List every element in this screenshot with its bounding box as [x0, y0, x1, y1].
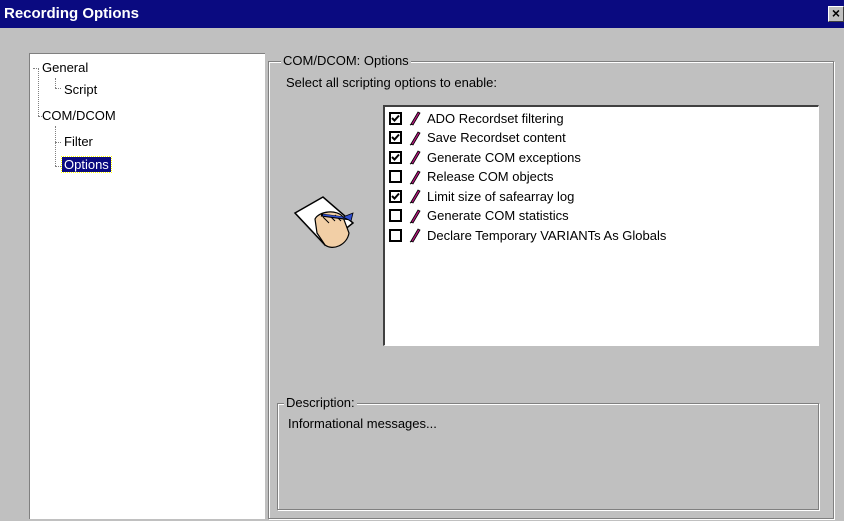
option-label: Limit size of safearray log: [427, 188, 575, 204]
option-row[interactable]: Limit size of safearray log: [389, 187, 574, 205]
option-label: ADO Recordset filtering: [427, 110, 564, 126]
option-checkbox[interactable]: [389, 189, 402, 203]
close-icon: ×: [831, 5, 841, 21]
description-text: Informational messages...: [288, 416, 437, 431]
option-row[interactable]: ADO Recordset filtering: [389, 109, 564, 127]
option-checkbox[interactable]: [389, 111, 402, 125]
pencil-icon: [408, 227, 422, 243]
option-row[interactable]: Generate COM exceptions: [389, 148, 581, 166]
tree-line: [38, 68, 39, 116]
tree-item-script[interactable]: Script: [64, 82, 97, 97]
description-title: Description:: [284, 395, 357, 410]
tree-line: [55, 126, 56, 166]
checkmark-icon: [391, 153, 400, 161]
option-checkbox[interactable]: [389, 131, 402, 144]
tree-line: [55, 78, 56, 88]
options-group-title: COM/DCOM: Options: [281, 53, 411, 68]
tree-item-general[interactable]: General: [42, 60, 88, 75]
option-label: Generate COM exceptions: [427, 149, 581, 165]
pencil-icon: [408, 110, 422, 126]
option-label: Declare Temporary VARIANTs As Globals: [427, 227, 667, 243]
option-label: Generate COM statistics: [427, 208, 569, 223]
instruction-text: Select all scripting options to enable:: [286, 75, 498, 90]
option-row[interactable]: Release COM objects: [389, 168, 553, 186]
scripting-options-list[interactable]: ADO Recordset filtering Save Recordset co…: [383, 105, 819, 346]
option-label: Release COM objects: [427, 169, 554, 184]
checkmark-icon: [391, 114, 400, 122]
tree-line: [55, 166, 61, 167]
recording-options-dialog: Recording Options × General Script COM/D…: [0, 0, 844, 521]
checkmark-icon: [391, 133, 400, 141]
checkmark-icon: [391, 192, 400, 200]
tree-line: [55, 88, 61, 89]
option-row[interactable]: Save Recordset content: [389, 129, 566, 147]
option-checkbox[interactable]: [389, 209, 402, 222]
option-checkbox[interactable]: [389, 150, 402, 164]
category-tree[interactable]: General Script COM/DCOM Filter Options: [29, 53, 265, 519]
pencil-icon: [408, 169, 422, 185]
window-title: Recording Options: [4, 5, 139, 22]
pencil-icon: [408, 188, 422, 204]
option-row[interactable]: Generate COM statistics: [389, 207, 569, 225]
option-label: Save Recordset content: [427, 130, 566, 145]
tree-item-options[interactable]: Options: [61, 156, 112, 173]
tree-item-com-dcom[interactable]: COM/DCOM: [42, 108, 116, 123]
title-bar[interactable]: Recording Options ×: [0, 0, 844, 28]
option-row[interactable]: Declare Temporary VARIANTs As Globals: [389, 226, 666, 244]
pencil-icon: [408, 149, 422, 165]
hand-writing-on-paper-icon: [293, 193, 363, 253]
option-checkbox[interactable]: [389, 228, 402, 242]
pencil-icon: [408, 130, 422, 146]
pencil-icon: [408, 208, 422, 224]
tree-line: [33, 68, 39, 69]
option-checkbox[interactable]: [389, 170, 402, 183]
tree-line: [55, 142, 61, 143]
close-button[interactable]: ×: [828, 6, 844, 22]
tree-item-filter[interactable]: Filter: [64, 134, 93, 149]
